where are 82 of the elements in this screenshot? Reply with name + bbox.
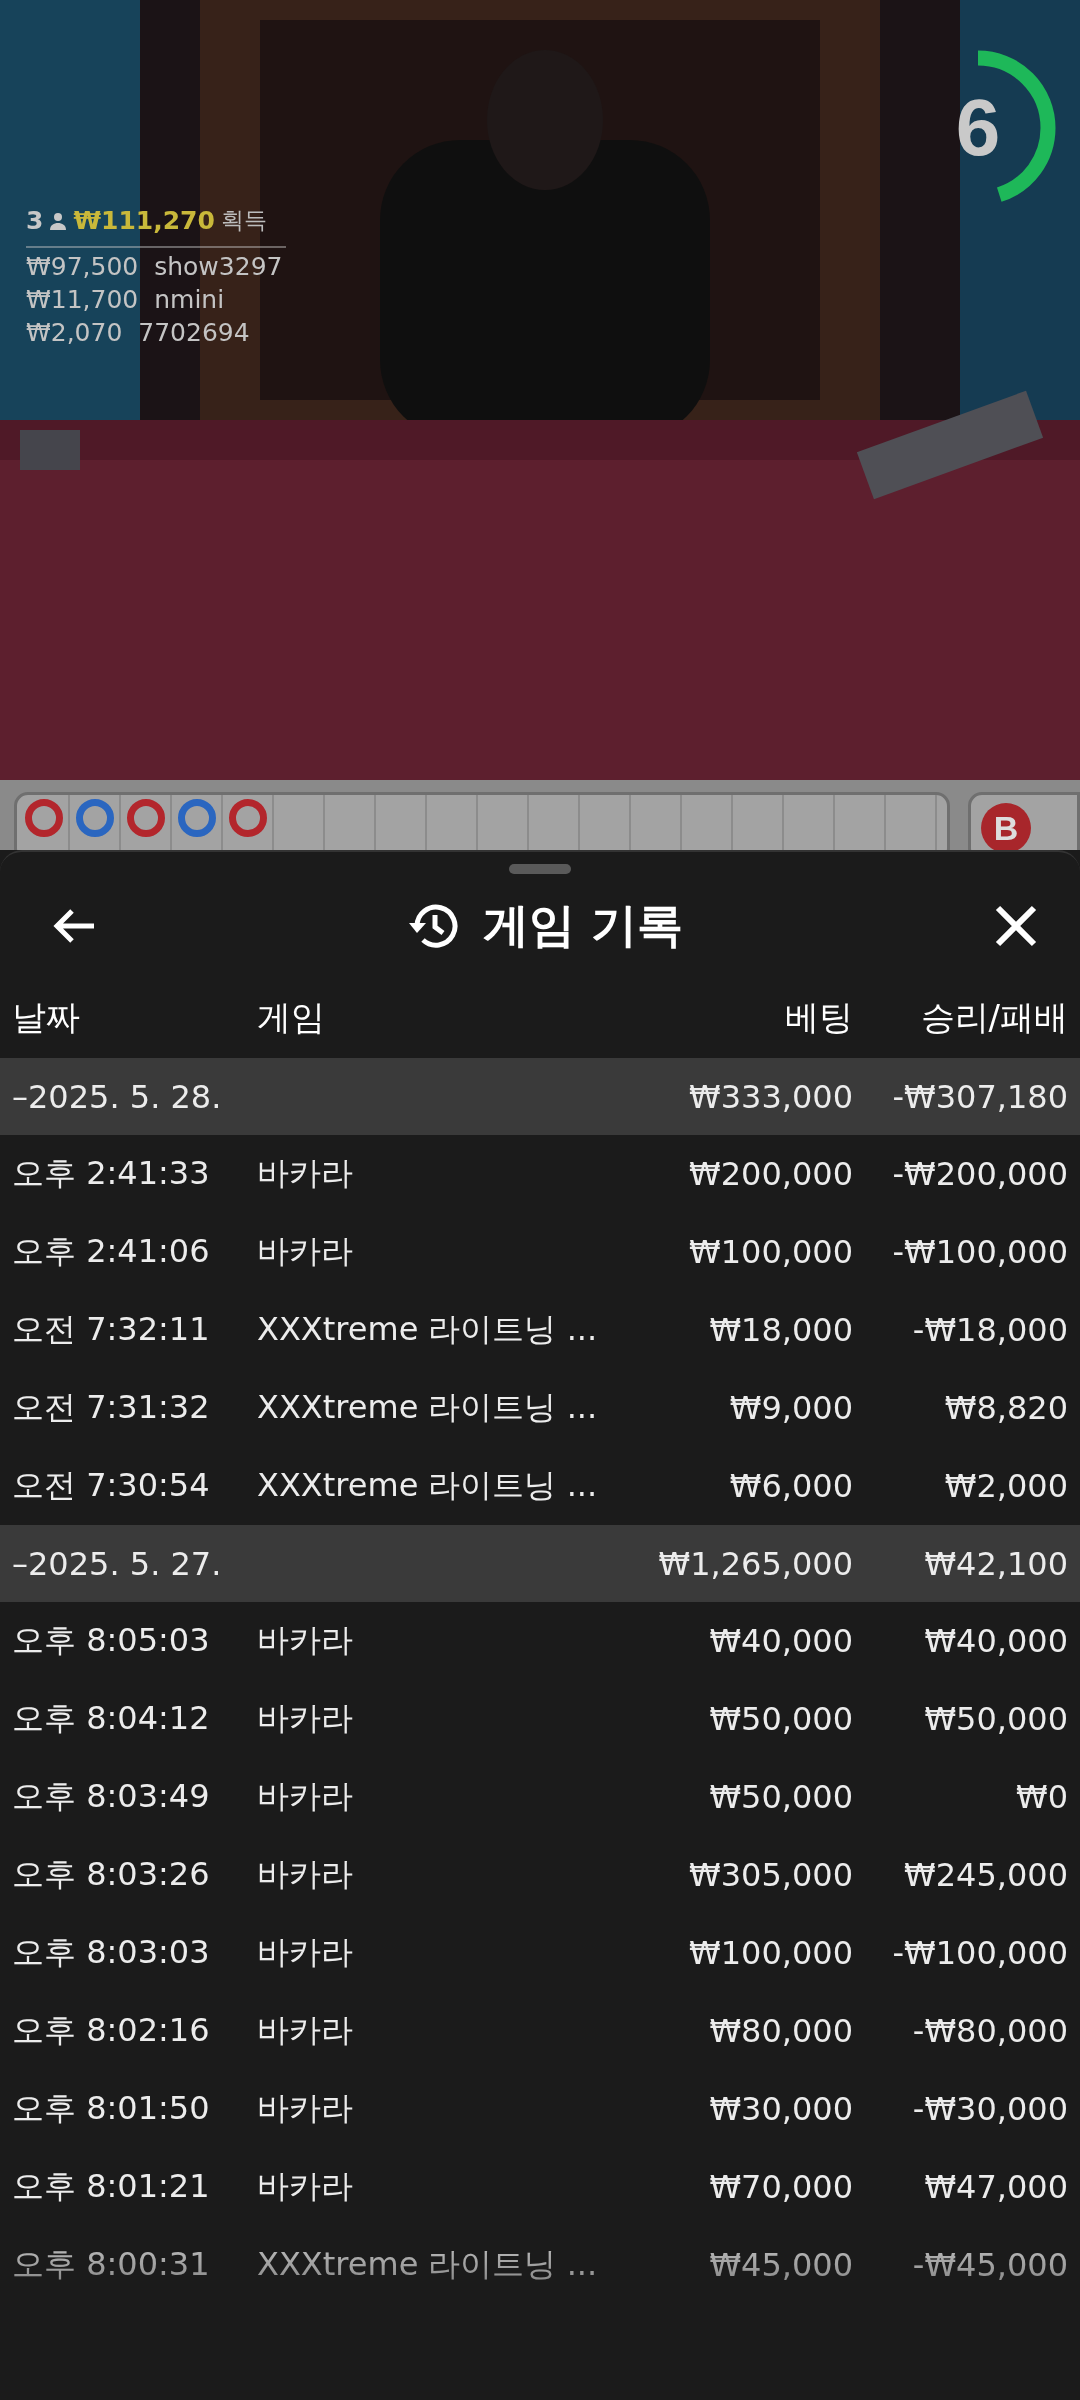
game-cell-text: 바카라 [257,1620,353,1661]
date-group-row[interactable]: –2025. 5. 27. ₩1,265,000 ₩42,100 [0,1525,1080,1602]
drag-handle[interactable] [509,864,571,874]
winner-amount: ₩11,700 [26,285,139,314]
winner-name: nmini [154,285,225,314]
bet-cell: ₩100,000 [689,1233,853,1271]
bet-cell: ₩18,000 [709,1311,853,1349]
game-cell-text: 바카라 [257,2088,353,2129]
time-cell-text: 오후 8:04:12 [12,1698,210,1739]
result-cell: ₩2,000 [944,1467,1068,1505]
bet-cell: ₩305,000 [689,1856,853,1894]
result-cell: -₩80,000 [912,2012,1068,2050]
result-cell: -₩18,000 [912,1311,1068,1349]
result-cell: -₩30,000 [912,2090,1068,2128]
bet-cell: ₩30,000 [709,2090,853,2128]
game-cell-text: 바카라 [257,1854,353,1895]
game-cell-text: 바카라 [257,1932,353,1973]
group-date: –2025. 5. 27. [12,1544,222,1583]
result-cell: -₩100,000 [892,1934,1068,1972]
result-cell: ₩245,000 [904,1856,1068,1894]
bet-cell: ₩200,000 [689,1155,853,1193]
result-cell: ₩0 [1016,1778,1068,1816]
time-cell-text: 오전 7:30:54 [12,1465,210,1506]
game-cell-text: 바카라 [257,2010,353,2051]
time-cell-text: 오전 7:31:32 [12,1387,210,1428]
sheet-title: 게임 기록 [483,897,683,954]
column-header: 게임 [257,996,325,1039]
column-header: 승리/패배 [920,996,1068,1039]
winner-count: 3 [26,206,44,235]
time-cell-text: 오후 8:01:21 [12,2166,210,2207]
bet-cell: ₩50,000 [709,1700,853,1738]
time-cell-text: 오후 8:05:03 [12,1620,210,1661]
result-cell: ₩40,000 [924,1622,1068,1660]
time-cell-text: 오후 8:03:03 [12,1932,210,1973]
bet-cell: ₩45,000 [709,2246,853,2284]
game-cell-text: XXXtreme 라이트닝 ... [257,2244,598,2285]
bet-cell: ₩100,000 [689,1934,853,1972]
group-result-total: -₩307,180 [892,1077,1068,1116]
bet-cell: ₩9,000 [729,1389,853,1427]
winner-name: show3297 [154,252,283,281]
group-bet-total: ₩1,265,000 [658,1544,853,1583]
bet-cell: ₩50,000 [709,1778,853,1816]
group-date: –2025. 5. 28. [12,1077,222,1116]
time-cell-text: 오후 8:02:16 [12,2010,210,2051]
winner-amount: ₩2,070 [26,318,123,347]
person-icon [49,211,68,230]
result-cell: -₩45,000 [912,2246,1068,2284]
time-cell-text: 오후 8:01:50 [12,2088,210,2129]
time-cell-text: 오후 2:41:06 [12,1231,210,1272]
time-cell-text: 오후 2:41:33 [12,1153,210,1194]
game-cell-text: 바카라 [257,1231,353,1272]
time-cell-text: 오전 7:32:11 [12,1309,210,1350]
group-result-total: ₩42,100 [924,1544,1068,1583]
bet-cell: ₩70,000 [709,2168,853,2206]
winner-amount: ₩97,500 [26,252,139,281]
game-cell-text: XXXtreme 라이트닝 ... [257,1387,598,1428]
game-cell-text: 바카라 [257,1698,353,1739]
group-bet-total: ₩333,000 [689,1077,853,1116]
winnings-label: 획득 [220,206,267,235]
result-cell: -₩100,000 [892,1233,1068,1271]
game-cell-text: 바카라 [257,1153,353,1194]
game-cell-text: 바카라 [257,2166,353,2207]
winner-name: 7702694 [138,318,250,347]
game-cell-text: 바카라 [257,1776,353,1817]
game-cell-text: XXXtreme 라이트닝 ... [257,1309,598,1350]
bet-cell: ₩80,000 [709,2012,853,2050]
date-group-row[interactable]: –2025. 5. 28. ₩333,000 -₩307,180 [0,1058,1080,1135]
column-header: 날짜 [12,996,80,1039]
countdown-number: 6 [955,82,1001,174]
winnings-total: ₩111,270 [73,206,215,235]
game-cell-text: XXXtreme 라이트닝 ... [257,1465,598,1506]
result-cell: ₩8,820 [944,1389,1068,1427]
result-cell: -₩200,000 [892,1155,1068,1193]
column-header: 베팅 [785,996,853,1039]
time-cell-text: 오후 8:03:26 [12,1854,210,1895]
result-cell: ₩50,000 [924,1700,1068,1738]
banker-badge: B [981,803,1031,850]
time-cell-text: 오후 8:03:49 [12,1776,210,1817]
bet-cell: ₩6,000 [729,1467,853,1505]
result-cell: ₩47,000 [924,2168,1068,2206]
time-cell-text: 오후 8:00:31 [12,2244,210,2285]
bet-cell: ₩40,000 [709,1622,853,1660]
